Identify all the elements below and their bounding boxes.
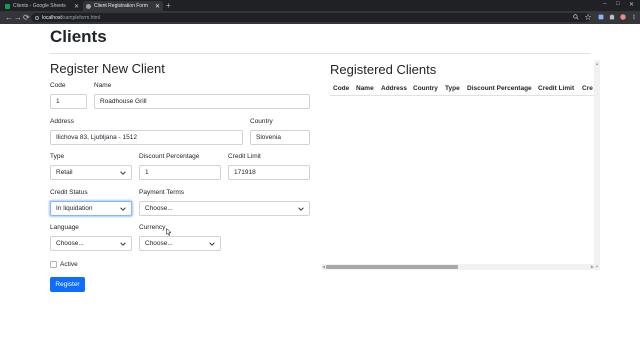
horizontal-scrollbar[interactable]: ◀ ▶ [322,264,594,270]
divider [50,53,590,54]
chevron-down-icon [120,170,126,175]
column-header-code[interactable]: Code [333,85,349,92]
star-icon[interactable] [585,14,591,20]
puzzle-icon[interactable] [609,14,615,20]
url-path: /sampleform.html [61,14,101,21]
globe-icon [86,3,91,9]
credit-status-label: Credit Status [50,189,88,196]
column-header-name[interactable]: Name [356,85,374,92]
back-button[interactable]: ← [5,13,13,22]
country-input[interactable]: Slovenia [250,130,310,145]
scroll-left-arrow-icon[interactable]: ◀ [322,264,325,269]
code-label: Code [50,82,66,89]
address-label: Address [50,118,74,125]
scroll-down-arrow-icon[interactable]: ▼ [595,264,599,269]
language-select-value: Choose... [56,240,84,247]
credit-limit-label: Credit Limit [228,153,261,160]
currency-select[interactable]: Choose... [139,236,221,251]
active-label: Active [60,261,78,268]
minimize-button[interactable]: – [603,1,606,7]
registered-clients-panel: Registered Clients Code Name Address Cou… [322,60,600,270]
chevron-down-icon [120,206,126,211]
horizontal-scroll-thumb[interactable] [326,265,458,269]
address-input[interactable]: Ilichova 83, Ljubljana - 1512 [50,130,243,145]
payment-terms-select[interactable]: Choose... [139,201,310,216]
chevron-down-icon [209,241,215,246]
column-header-country[interactable]: Country [413,85,438,92]
column-header-type[interactable]: Type [445,85,460,92]
column-header-address[interactable]: Address [381,85,407,92]
type-label: Type [50,153,65,160]
discount-label: Discount Percentage [139,153,200,160]
mouse-cursor-icon [166,228,171,236]
scroll-right-arrow-icon[interactable]: ▶ [591,264,594,269]
column-header-discount[interactable]: Discount Percentage [467,85,532,92]
page-content: Clients Register New Client Code 1 Name … [0,24,640,360]
chevron-down-icon [120,241,126,246]
tab-clients-sheets[interactable]: Clients - Google Sheets ✕ [2,1,82,11]
reload-button[interactable]: ⟳ [23,13,30,22]
name-input[interactable]: Roadhouse Grill [94,94,310,109]
close-window-button[interactable]: ✕ [629,1,634,8]
kebab-menu-icon[interactable] [631,14,637,20]
type-select-value: Retail [56,169,73,176]
chevron-down-icon [298,206,304,211]
currency-select-value: Choose... [145,240,173,247]
maximize-button[interactable]: □ [616,1,620,7]
registered-clients-heading: Registered Clients [330,62,437,77]
browser-toolbar: ← → ⟳ localhost/sampleform.html [0,11,640,24]
url-host: localhost [42,14,62,21]
language-label: Language [50,224,79,231]
vertical-scrollbar[interactable]: ▲ ▼ [594,60,600,270]
credit-status-value: In liquidation [56,205,93,212]
discount-input[interactable]: 1 [139,165,221,180]
register-button[interactable]: Register [50,277,85,292]
payment-terms-value: Choose... [145,205,173,212]
type-select[interactable]: Retail [50,165,132,180]
extension-icon[interactable] [598,14,604,20]
address-bar[interactable]: localhost/sampleform.html [31,13,591,22]
payment-terms-label: Payment Terms [139,189,185,196]
country-label: Country [250,118,273,125]
sheets-icon [5,3,10,9]
code-input[interactable]: 1 [50,94,87,109]
page-title: Clients [50,27,107,46]
column-header-credit-status[interactable]: Cre [582,85,593,92]
search-icon[interactable] [573,14,579,20]
clients-table-header: Code Name Address Country Type Discount … [330,82,600,96]
info-icon[interactable] [35,15,39,20]
scroll-up-arrow-icon[interactable]: ▲ [595,61,599,66]
currency-label: Currency [139,224,166,231]
language-select[interactable]: Choose... [50,236,132,251]
close-tab-icon[interactable]: ✕ [155,3,160,10]
credit-status-select[interactable]: In liquidation [50,201,132,216]
name-label: Name [94,82,112,89]
form-heading: Register New Client [50,61,165,76]
tab-client-registration[interactable]: Client Registration Form ✕ [83,1,163,11]
browser-tab-bar: Clients - Google Sheets ✕ Client Registr… [0,0,640,11]
tab-label: Client Registration Form [94,3,148,9]
close-tab-icon[interactable]: ✕ [74,3,79,10]
active-checkbox[interactable] [50,261,57,268]
profile-avatar-icon[interactable] [620,14,626,20]
forward-button[interactable]: → [14,13,22,22]
new-tab-button[interactable]: + [166,1,171,10]
column-header-credit-limit[interactable]: Credit Limit [538,85,574,92]
tab-label: Clients - Google Sheets [13,3,66,9]
credit-limit-input[interactable]: 171918 [228,165,310,180]
